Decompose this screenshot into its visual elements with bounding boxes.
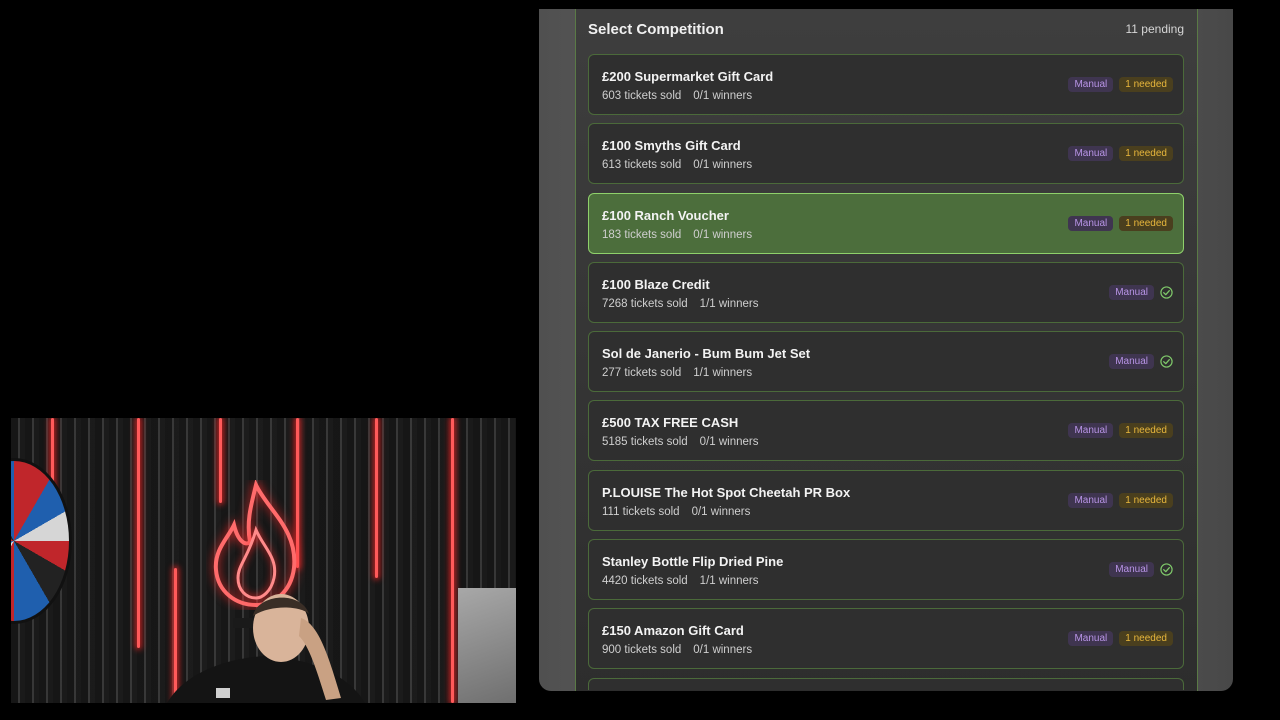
competition-name: Sol de Janerio - Bum Bum Jet Set	[602, 346, 811, 362]
manual-badge: Manual	[1068, 492, 1114, 508]
competition-tags: Manual	[1109, 354, 1173, 370]
competition-card[interactable]: £100 Blaze Credit 7268 tickets sold 1/1 wi…	[588, 261, 1184, 323]
competition-card[interactable]: £100 Ranch Voucher 183 tickets sold 0/1 wi…	[588, 192, 1184, 254]
winners-count: 0/1 winners	[699, 436, 759, 449]
competition-card[interactable]	[588, 677, 1184, 690]
competition-card[interactable]: Sol de Janerio - Bum Bum Jet Set 277 tick…	[588, 331, 1184, 393]
competition-meta: 613 tickets sold 0/1 winners	[602, 159, 752, 171]
competition-meta: 603 tickets sold 0/1 winners	[602, 90, 752, 102]
competition-tags: Manual 1 needed	[1068, 146, 1173, 162]
winners-count: 0/1 winners	[693, 90, 753, 102]
competition-tags: Manual	[1109, 562, 1173, 578]
competition-modal: Select Competition 11 pending £200 Super…	[539, 9, 1233, 691]
winners-count: 0/1 winners	[693, 159, 753, 172]
tickets-sold: 111 tickets sold	[602, 505, 680, 518]
manual-badge: Manual	[1068, 146, 1114, 162]
neon-light	[137, 418, 140, 648]
needed-badge: 1 needed	[1119, 423, 1173, 439]
competition-tags: Manual 1 needed	[1068, 77, 1173, 92]
check-circle-icon	[1160, 563, 1173, 576]
tickets-sold: 900 tickets sold	[602, 644, 682, 657]
needed-badge: 1 needed	[1119, 631, 1173, 647]
competition-card[interactable]: £150 Amazon Gift Card 900 tickets sold 0/1…	[588, 608, 1184, 670]
manual-badge: Manual	[1109, 562, 1154, 578]
winners-count: 0/1 winners	[693, 644, 753, 657]
competition-name: £100 Ranch Voucher	[602, 207, 729, 223]
tickets-sold: 5185 tickets sold	[602, 436, 688, 449]
competition-card[interactable]: P.LOUISE The Hot Spot Cheetah PR Box 111 …	[588, 469, 1184, 531]
competition-name: Stanley Bottle Flip Dried Pine	[602, 554, 784, 570]
neon-light	[451, 418, 454, 703]
tickets-sold: 613 tickets sold	[602, 159, 682, 172]
manual-badge: Manual	[1109, 354, 1154, 370]
camera-gear	[458, 588, 516, 703]
needed-badge: 1 needed	[1119, 215, 1173, 231]
tickets-sold: 183 tickets sold	[602, 228, 682, 241]
competition-meta: 183 tickets sold 0/1 winners	[602, 229, 752, 241]
webcam-feed	[11, 418, 516, 703]
check-circle-icon	[1160, 286, 1173, 299]
competition-tags: Manual 1 needed	[1068, 492, 1173, 508]
competition-name: £500 TAX FREE CASH	[602, 415, 739, 431]
competition-name: £150 Amazon Gift Card	[602, 623, 744, 639]
competition-meta: 277 tickets sold 1/1 winners	[602, 367, 752, 379]
manual-badge: Manual	[1109, 284, 1154, 300]
competition-meta: 111 tickets sold 0/1 winners	[602, 506, 750, 518]
manual-badge: Manual	[1068, 631, 1114, 647]
competition-meta: 5185 tickets sold 0/1 winners	[602, 436, 758, 448]
needed-badge: 1 needed	[1119, 146, 1173, 162]
competition-tags: Manual 1 needed	[1068, 423, 1173, 439]
pending-count: 11 pending	[1125, 22, 1185, 36]
winners-count: 1/1 winners	[699, 575, 759, 588]
streamer	[167, 594, 365, 703]
competition-name: £100 Blaze Credit	[602, 276, 710, 292]
tickets-sold: 4420 tickets sold	[602, 575, 688, 588]
modal-title: Select Competition	[588, 20, 724, 38]
manual-badge: Manual	[1068, 215, 1114, 231]
manual-badge: Manual	[1068, 423, 1114, 439]
winners-count: 1/1 winners	[693, 367, 753, 380]
competition-card[interactable]: £100 Smyths Gift Card 613 tickets sold 0/1…	[588, 123, 1184, 185]
competition-card[interactable]: Stanley Bottle Flip Dried Pine 4420 ticke…	[588, 539, 1184, 601]
modal-header: Select Competition 11 pending	[588, 9, 1184, 49]
competition-tags: Manual 1 needed	[1068, 215, 1173, 231]
neon-light	[375, 418, 378, 578]
competition-tags: Manual	[1109, 284, 1173, 300]
tickets-sold: 603 tickets sold	[602, 90, 682, 102]
competition-meta: 7268 tickets sold 1/1 winners	[602, 298, 758, 310]
competition-tags: Manual 1 needed	[1068, 631, 1173, 647]
needed-badge: 1 needed	[1119, 492, 1173, 508]
winners-count: 0/1 winners	[691, 505, 751, 518]
needed-badge: 1 needed	[1119, 77, 1173, 92]
competition-list: £200 Supermarket Gift Card 603 tickets so…	[588, 54, 1184, 691]
competition-meta: 900 tickets sold 0/1 winners	[602, 644, 752, 656]
tickets-sold: 277 tickets sold	[602, 367, 682, 380]
competition-name: £100 Smyths Gift Card	[602, 138, 741, 154]
tickets-sold: 7268 tickets sold	[602, 297, 688, 310]
winners-count: 0/1 winners	[693, 228, 753, 241]
competition-card[interactable]: £500 TAX FREE CASH 5185 tickets sold 0/1 w…	[588, 400, 1184, 462]
winners-count: 1/1 winners	[699, 297, 759, 310]
competition-meta: 4420 tickets sold 1/1 winners	[602, 575, 758, 587]
competition-name: £200 Supermarket Gift Card	[602, 69, 774, 84]
manual-badge: Manual	[1068, 77, 1114, 92]
competition-card[interactable]: £200 Supermarket Gift Card 603 tickets so…	[588, 54, 1184, 115]
check-circle-icon	[1160, 355, 1173, 368]
competition-name: P.LOUISE The Hot Spot Cheetah PR Box	[602, 484, 851, 500]
